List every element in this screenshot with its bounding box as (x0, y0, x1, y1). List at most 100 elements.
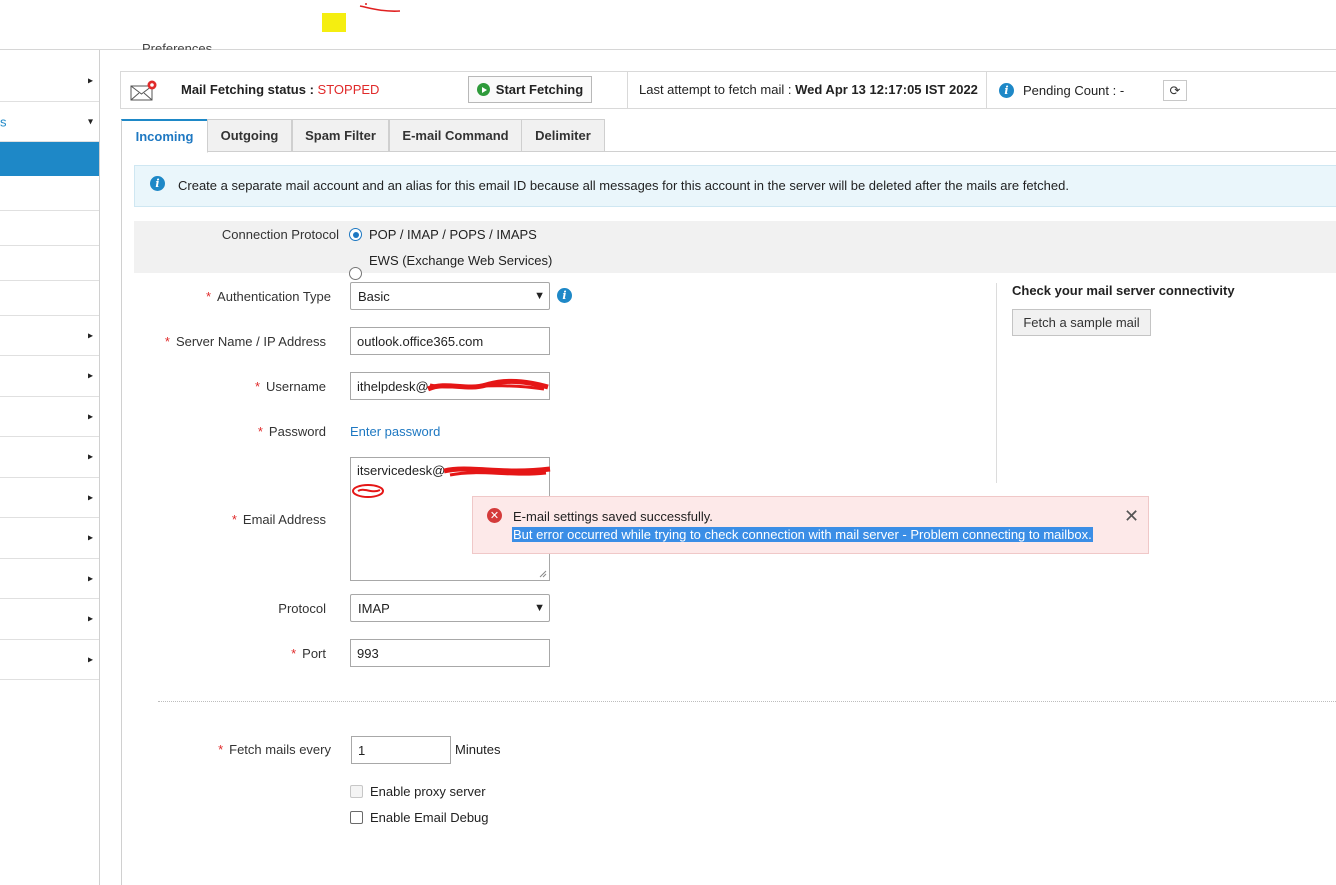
radio-pop-imap[interactable] (349, 228, 362, 241)
info-banner-text: Create a separate mail account and an al… (178, 178, 1069, 193)
sidebar-subitem[interactable] (0, 246, 99, 281)
protocol-label: Protocol (278, 601, 326, 616)
email-value: itservicedesk@ (357, 463, 446, 478)
divider (996, 283, 997, 483)
info-icon: i (150, 176, 165, 191)
chevron-down-icon: ▼ (534, 602, 545, 614)
username-value: ithelpdesk@ (357, 378, 429, 394)
email-label: * Email Address (140, 512, 326, 527)
page-title-cut: Preferences (142, 41, 213, 50)
chevron-right-icon: ▸ (87, 532, 93, 544)
connection-protocol-label: Connection Protocol (221, 227, 339, 242)
server-label-text: Server Name / IP Address (175, 334, 326, 349)
fetch-every-label: * Fetch mails every (140, 742, 331, 757)
divider (986, 71, 987, 109)
chevron-down-icon: ▼ (534, 290, 545, 302)
start-fetching-label: Start Fetching (495, 82, 584, 97)
section-divider (158, 701, 1336, 702)
tab-incoming[interactable]: Incoming (121, 119, 208, 153)
required-marker: * (164, 334, 170, 349)
fetch-status-label: Mail Fetching status : (181, 82, 314, 97)
tab-delimiter[interactable]: Delimiter (521, 119, 605, 152)
sidebar-subitem-active[interactable] (0, 142, 99, 176)
tab-spam-filter[interactable]: Spam Filter (292, 119, 389, 152)
last-attempt-value: Wed Apr 13 12:17:05 IST 2022 (795, 82, 978, 97)
start-fetching-button[interactable]: Start Fetching (468, 76, 592, 103)
refresh-icon[interactable]: ⟳ (1163, 80, 1187, 101)
sidebar-item[interactable]: ▸ (0, 518, 99, 559)
auth-type-label-text: Authentication Type (217, 289, 331, 304)
sidebar-item[interactable]: ▸ (0, 478, 99, 518)
chevron-right-icon: ▸ (87, 370, 93, 382)
chevron-right-icon: ▸ (87, 75, 93, 86)
info-icon[interactable]: i (999, 83, 1014, 98)
port-label-text: Port (302, 646, 326, 661)
auth-type-select[interactable]: Basic ▼ (350, 282, 550, 310)
chevron-right-icon: ▸ (87, 573, 93, 584)
protocol-select[interactable]: IMAP ▼ (350, 594, 550, 622)
required-marker: * (254, 379, 261, 394)
server-input[interactable]: outlook.office365.com (350, 327, 550, 355)
radio-ews-label: EWS (Exchange Web Services) (369, 253, 553, 268)
required-marker: * (231, 512, 237, 527)
radio-ews[interactable] (349, 267, 362, 280)
sidebar-item[interactable]: ▸ (0, 60, 99, 102)
enter-password-link[interactable]: Enter password (350, 424, 440, 439)
chevron-right-icon: ▸ (87, 492, 93, 503)
fetch-status: Mail Fetching status : STOPPED (181, 82, 379, 97)
play-icon (476, 83, 490, 96)
last-attempt: Last attempt to fetch mail : Wed Apr 13 … (639, 82, 978, 97)
highlight-mark (322, 13, 346, 32)
pending-count: Pending Count : - (1023, 83, 1125, 98)
chevron-right-icon: ▸ (87, 451, 93, 463)
sidebar-item[interactable]: ▸ (0, 640, 99, 680)
sidebar: ▸ s ▾ ▸ ▸ ▸ ▸ ▸ ▸ ▸ ▸ ▸ (0, 50, 100, 885)
sidebar-item[interactable]: ▸ (0, 599, 99, 640)
sidebar-item[interactable]: ▸ (0, 437, 99, 478)
sidebar-item-fragment: s (0, 114, 7, 129)
port-label: * Port (140, 646, 326, 661)
divider (627, 71, 628, 109)
proxy-checkbox[interactable] (350, 785, 363, 798)
toast-message-error: But error occurred while trying to check… (512, 527, 1093, 542)
email-debug-checkbox-label: Enable Email Debug (370, 810, 489, 825)
error-icon: ✕ (487, 508, 502, 523)
sidebar-item[interactable]: ▸ (0, 397, 99, 437)
tab-email-command[interactable]: E-mail Command (389, 119, 522, 152)
fetch-interval-input[interactable]: 1 (351, 736, 451, 764)
username-label-text: Username (266, 379, 326, 394)
resize-grip-icon[interactable] (539, 570, 547, 578)
port-input[interactable]: 993 (350, 639, 550, 667)
password-label-text: Password (268, 424, 326, 439)
sidebar-subitem[interactable] (0, 176, 99, 211)
chevron-right-icon: ▸ (87, 330, 93, 341)
fetch-status-value: STOPPED (317, 82, 380, 97)
username-label: * Username (140, 379, 326, 394)
close-icon[interactable]: ✕ (1124, 507, 1139, 525)
sidebar-subitem[interactable] (0, 281, 99, 316)
proxy-checkbox-label: Enable proxy server (370, 784, 486, 799)
password-label: * Password (140, 424, 326, 439)
protocol-value: IMAP (358, 600, 390, 616)
email-debug-checkbox[interactable] (350, 811, 363, 824)
connectivity-title: Check your mail server connectivity (1012, 283, 1235, 298)
sidebar-item[interactable]: ▸ (0, 559, 99, 599)
auth-type-label: * Authentication Type (140, 289, 331, 304)
toast-message-success: E-mail settings saved successfully. (513, 509, 713, 524)
error-toast (472, 496, 1149, 554)
chevron-down-icon: ▾ (87, 116, 93, 127)
required-marker: * (257, 424, 263, 439)
tab-outgoing[interactable]: Outgoing (207, 119, 292, 152)
sidebar-subitem[interactable] (0, 211, 99, 246)
sidebar-item[interactable]: ▸ (0, 316, 99, 356)
sidebar-item[interactable]: ▸ (0, 356, 99, 397)
redaction-scribble (352, 484, 384, 498)
chevron-right-icon: ▸ (87, 411, 93, 422)
info-icon[interactable]: i (557, 288, 572, 303)
redaction-scribble (426, 378, 549, 392)
redaction-scribble (443, 466, 551, 477)
fetch-sample-mail-button[interactable]: Fetch a sample mail (1012, 309, 1151, 336)
sidebar-item-expanded[interactable]: s ▾ (0, 102, 99, 142)
required-marker: * (205, 289, 212, 304)
content-border (121, 152, 122, 885)
